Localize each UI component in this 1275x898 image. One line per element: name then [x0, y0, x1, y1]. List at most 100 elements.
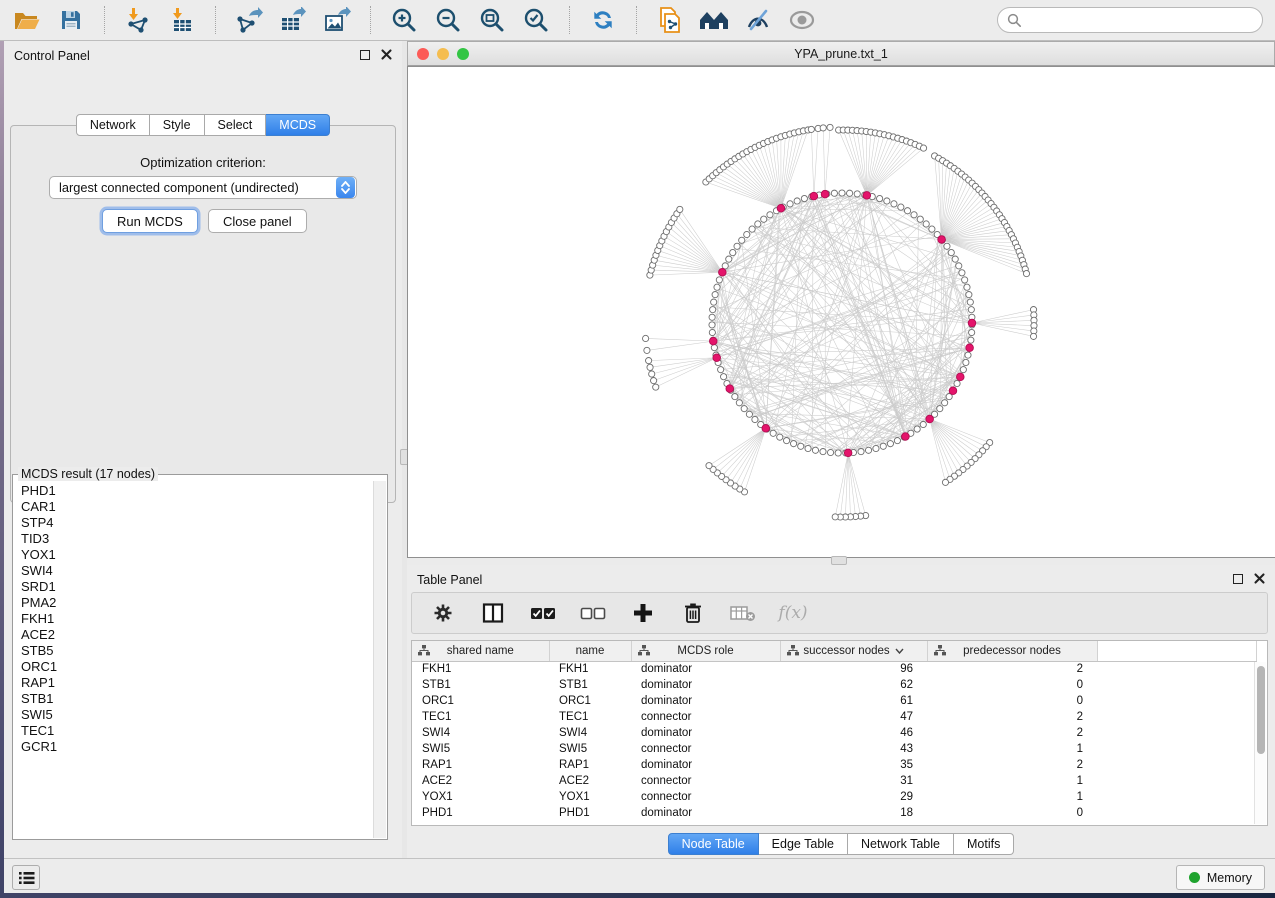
hide-selected-icon[interactable]	[743, 5, 773, 35]
table-scrollbar[interactable]	[1254, 662, 1266, 824]
tab-select[interactable]: Select	[205, 114, 267, 136]
zoom-selected-icon[interactable]	[521, 5, 551, 35]
splitter-grip[interactable]	[831, 556, 847, 565]
mcds-result-item[interactable]: PHD1	[21, 483, 373, 499]
toolbar-separator	[636, 6, 637, 34]
table-panel-title: Table Panel	[417, 573, 482, 587]
delete-column-icon[interactable]	[680, 600, 706, 626]
optimization-criterion-label: Optimization criterion:	[11, 155, 395, 170]
column-header-filler	[1097, 641, 1256, 661]
network-window: YPA_prune.txt_1	[407, 41, 1275, 558]
mcds-result-item[interactable]: STB1	[21, 691, 373, 707]
optimization-criterion-value: largest connected component (undirected)	[50, 180, 336, 195]
first-neighbors-icon[interactable]	[699, 5, 729, 35]
table-row[interactable]: SWI4SWI4dominator462	[412, 725, 1256, 741]
export-image-icon[interactable]	[322, 5, 352, 35]
mcds-result-item[interactable]: ACE2	[21, 627, 373, 643]
zoom-in-icon[interactable]	[389, 5, 419, 35]
attribute-settings-icon[interactable]	[430, 600, 456, 626]
search-input[interactable]	[1027, 13, 1253, 27]
column-header-successor-nodes[interactable]: successor nodes	[780, 641, 927, 661]
tab-style[interactable]: Style	[150, 114, 205, 136]
table-scrollbar-thumb[interactable]	[1257, 666, 1265, 754]
split-panel-icon[interactable]	[480, 600, 506, 626]
float-panel-icon[interactable]	[360, 50, 370, 60]
create-column-icon[interactable]	[630, 600, 656, 626]
open-session-icon[interactable]	[12, 5, 42, 35]
refresh-view-icon[interactable]	[588, 5, 618, 35]
column-header-shared-name[interactable]: shared name	[412, 641, 549, 661]
mcds-result-item[interactable]: GCR1	[21, 739, 373, 755]
export-table-icon[interactable]	[278, 5, 308, 35]
network-window-titlebar: YPA_prune.txt_1	[407, 41, 1275, 66]
clone-network-icon[interactable]	[655, 5, 685, 35]
table-row[interactable]: ORC1ORC1dominator610	[412, 693, 1256, 709]
mcds-result-title: MCDS result (17 nodes)	[18, 467, 158, 481]
mcds-result-item[interactable]: PMA2	[21, 595, 373, 611]
control-panel-tabs: NetworkStyleSelectMCDS	[4, 114, 402, 136]
tab-motifs[interactable]: Motifs	[954, 833, 1014, 855]
column-header-predecessor-nodes[interactable]: predecessor nodes	[927, 641, 1097, 661]
mcds-result-item[interactable]: ORC1	[21, 659, 373, 675]
memory-button[interactable]: Memory	[1176, 865, 1265, 890]
show-all-icon[interactable]	[787, 5, 817, 35]
memory-status-icon	[1189, 872, 1200, 883]
import-table-icon[interactable]	[167, 5, 197, 35]
mcds-result-item[interactable]: CAR1	[21, 499, 373, 515]
mcds-result-item[interactable]: TEC1	[21, 723, 373, 739]
mcds-result-item[interactable]: RAP1	[21, 675, 373, 691]
deselect-all-icon[interactable]	[580, 600, 606, 626]
mcds-result-item[interactable]: STB5	[21, 643, 373, 659]
close-panel-icon[interactable]	[1254, 573, 1265, 584]
tab-network-table[interactable]: Network Table	[848, 833, 954, 855]
table-row[interactable]: RAP1RAP1dominator352	[412, 757, 1256, 773]
control-panel-title: Control Panel	[14, 49, 90, 63]
import-network-icon[interactable]	[123, 5, 153, 35]
zoom-out-icon[interactable]	[433, 5, 463, 35]
close-panel-icon[interactable]	[381, 49, 392, 60]
column-header-MCDS-role[interactable]: MCDS role	[631, 641, 780, 661]
mcds-result-item[interactable]: YOX1	[21, 547, 373, 563]
table-row[interactable]: FKH1FKH1dominator962	[412, 661, 1256, 677]
mcds-result-scrollbar[interactable]	[373, 481, 386, 838]
mcds-result-item[interactable]: FKH1	[21, 611, 373, 627]
horizontal-splitter[interactable]	[407, 558, 1275, 565]
main-toolbar	[0, 0, 1275, 41]
mcds-result-item[interactable]: SWI4	[21, 563, 373, 579]
search-box	[997, 7, 1263, 33]
save-session-icon[interactable]	[56, 5, 86, 35]
network-canvas[interactable]	[407, 66, 1275, 558]
column-header-name[interactable]: name	[549, 641, 631, 661]
select-all-icon[interactable]	[530, 600, 556, 626]
export-network-icon[interactable]	[234, 5, 264, 35]
mcds-result-item[interactable]: STP4	[21, 515, 373, 531]
task-list-icon	[18, 871, 35, 885]
table-row[interactable]: ACE2ACE2connector311	[412, 773, 1256, 789]
tab-network[interactable]: Network	[76, 114, 150, 136]
delete-table-icon[interactable]	[730, 600, 756, 626]
mcds-result-list[interactable]: PHD1CAR1STP4TID3YOX1SWI4SRD1PMA2FKH1ACE2…	[14, 481, 373, 838]
tab-edge-table[interactable]: Edge Table	[759, 833, 848, 855]
toolbar-separator	[215, 6, 216, 34]
mcds-result-group: MCDS result (17 nodes) PHD1CAR1STP4TID3Y…	[12, 467, 388, 840]
function-builder-icon[interactable]: f(x)	[780, 600, 806, 626]
table-row[interactable]: PHD1PHD1dominator180	[412, 805, 1256, 821]
toolbar-separator	[569, 6, 570, 34]
network-graph[interactable]	[408, 67, 1274, 557]
table-row[interactable]: SWI5SWI5connector431	[412, 741, 1256, 757]
run-mcds-button[interactable]: Run MCDS	[102, 209, 198, 233]
tab-node-table[interactable]: Node Table	[668, 833, 759, 855]
optimization-criterion-select[interactable]: largest connected component (undirected)	[49, 176, 357, 199]
float-panel-icon[interactable]	[1233, 574, 1243, 584]
toolbar-separator	[104, 6, 105, 34]
mcds-result-item[interactable]: TID3	[21, 531, 373, 547]
close-panel-button[interactable]: Close panel	[208, 209, 307, 233]
table-row[interactable]: STB1STB1dominator620	[412, 677, 1256, 693]
zoom-fit-icon[interactable]	[477, 5, 507, 35]
task-history-button[interactable]	[12, 865, 40, 890]
table-row[interactable]: TEC1TEC1connector472	[412, 709, 1256, 725]
table-row[interactable]: YOX1YOX1connector291	[412, 789, 1256, 805]
mcds-result-item[interactable]: SWI5	[21, 707, 373, 723]
tab-mcds[interactable]: MCDS	[266, 114, 330, 136]
mcds-result-item[interactable]: SRD1	[21, 579, 373, 595]
